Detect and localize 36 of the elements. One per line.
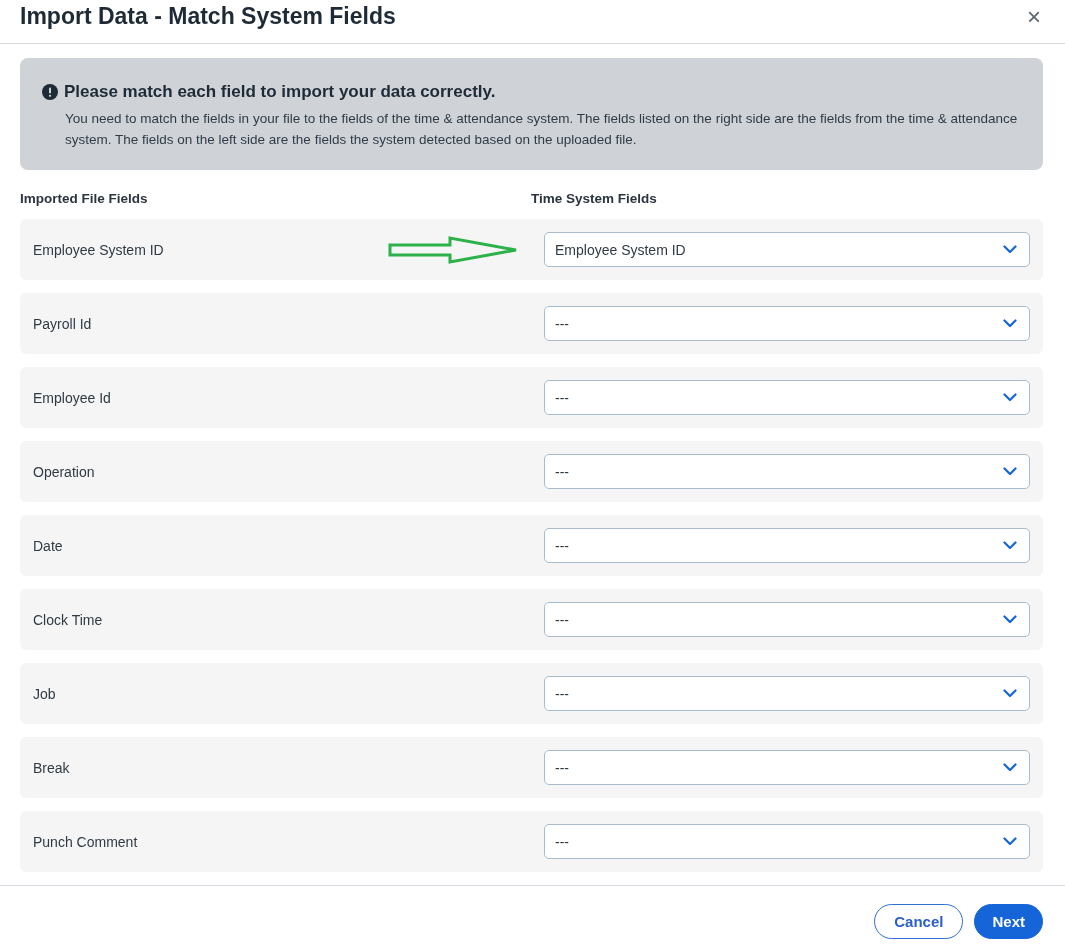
close-button[interactable]: × xyxy=(1023,4,1045,29)
notice-text: You need to match the fields in your file to the fields of the time & attendance system. The fields listed on the right side are the fields from the time & attendance system. The fields on the left side are the fields the system detected based on the uploaded file. xyxy=(65,110,1019,149)
field-label: Payroll Id xyxy=(33,315,92,332)
field-select[interactable]: --- xyxy=(544,380,1030,415)
dialog-title: Import Data - Match System Fields xyxy=(20,3,396,30)
column-heading: Imported File Fields xyxy=(20,191,149,206)
chevron-down-icon xyxy=(1003,393,1017,402)
field-label: Date xyxy=(33,537,63,554)
chevron-down-icon xyxy=(1003,689,1017,698)
chevron-down-icon xyxy=(1003,245,1017,254)
field-select[interactable]: --- xyxy=(544,602,1030,637)
chevron-down-icon xyxy=(1003,319,1017,328)
field-select[interactable]: --- xyxy=(544,824,1030,859)
field-label: Operation xyxy=(33,463,95,480)
chevron-down-icon xyxy=(1003,467,1017,476)
field-label: Clock Time xyxy=(33,611,103,628)
column-heading: Time System Fields xyxy=(531,191,658,206)
next-button[interactable]: Next xyxy=(974,904,1043,939)
field-label: Break xyxy=(33,759,70,776)
field-label: Job xyxy=(33,685,56,702)
field-label: Employee Id xyxy=(33,389,111,406)
field-select[interactable]: --- xyxy=(544,306,1030,341)
notice-heading: Please match each field to import your data correctly. xyxy=(64,82,496,102)
field-label: Punch Comment xyxy=(33,833,138,850)
field-select[interactable]: --- xyxy=(544,676,1030,711)
chevron-down-icon xyxy=(1003,541,1017,550)
cancel-button[interactable]: Cancel xyxy=(874,904,964,939)
field-label: Employee System ID xyxy=(33,241,164,258)
exclamation-icon xyxy=(42,84,58,100)
field-select[interactable]: --- xyxy=(544,454,1030,489)
field-select[interactable]: --- xyxy=(544,528,1030,563)
chevron-down-icon xyxy=(1003,763,1017,772)
field-select[interactable]: Employee System ID xyxy=(544,232,1030,267)
chevron-down-icon xyxy=(1003,837,1017,846)
field-select[interactable]: --- xyxy=(544,750,1030,785)
chevron-down-icon xyxy=(1003,615,1017,624)
